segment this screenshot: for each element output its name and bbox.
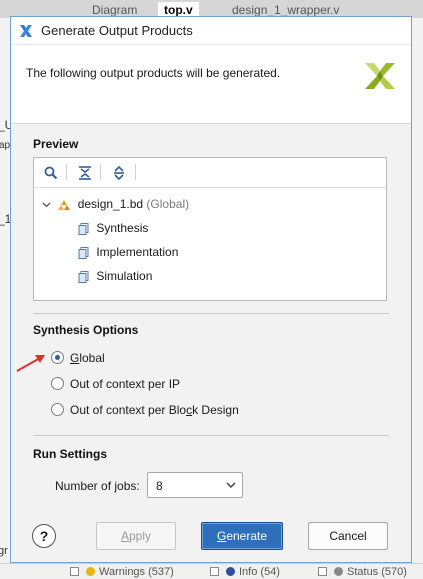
number-of-jobs-label: Number of jobs: (55, 479, 140, 493)
background-status-bar: Warnings (537) Info (54) Status (570) (0, 563, 423, 579)
radio-ooc-per-block-design[interactable]: Out of context per Block Design (51, 401, 239, 419)
preview-section-title: Preview (33, 137, 79, 151)
section-divider (33, 313, 389, 314)
xilinx-logo-icon (20, 25, 32, 37)
info-icon (226, 567, 235, 576)
checkbox-icon[interactable] (210, 567, 219, 576)
tree-item-label: Implementation (96, 245, 179, 259)
radio-label: Global (70, 351, 105, 365)
toolbar-separator (66, 164, 67, 180)
help-button[interactable]: ? (32, 524, 56, 548)
jobs-value: 8 (156, 479, 163, 493)
tree-item-label: Synthesis (96, 221, 149, 235)
chevron-down-icon (226, 482, 236, 489)
radio-button[interactable] (51, 403, 64, 417)
radio-ooc-per-ip[interactable]: Out of context per IP (51, 375, 180, 393)
checkbox-icon[interactable] (318, 567, 327, 576)
collapse-all-button[interactable] (74, 162, 96, 184)
background-fragment: ap (0, 140, 11, 151)
toolbar-separator (135, 164, 136, 180)
file-icon (78, 246, 89, 259)
radio-label: Out of context per IP (70, 377, 181, 391)
status-icon (334, 567, 343, 576)
checkbox-icon[interactable] (70, 567, 79, 576)
radio-button-selected[interactable] (51, 351, 64, 365)
chevron-down-icon[interactable] (42, 200, 51, 209)
file-icon (78, 270, 89, 283)
synthesis-options-title: Synthesis Options (33, 323, 139, 337)
tree-item-implementation[interactable]: Implementation (78, 243, 178, 261)
search-icon (44, 166, 58, 180)
dialog-description: The following output products will be ge… (26, 66, 281, 80)
generate-button[interactable]: Generate (201, 522, 283, 550)
radio-global[interactable]: Global (51, 349, 105, 367)
dialog-title: Generate Output Products (41, 23, 193, 38)
dialog-titlebar[interactable]: Generate Output Products (11, 17, 411, 45)
section-divider (33, 435, 389, 436)
file-icon (78, 222, 89, 235)
run-settings-title: Run Settings (33, 447, 107, 461)
tree-root-scope: (Global) (146, 197, 190, 211)
cancel-button[interactable]: Cancel (308, 522, 388, 550)
tree-item-label: Simulation (96, 269, 153, 283)
warnings-count: Warnings (537) (99, 566, 174, 578)
generate-output-products-dialog: Generate Output Products The following o… (10, 16, 412, 563)
block-design-icon (58, 199, 71, 210)
dialog-header: The following output products will be ge… (11, 45, 411, 124)
toolbar-separator (100, 164, 101, 180)
tree-root-name: design_1.bd (77, 197, 144, 211)
info-count: Info (54) (239, 566, 280, 578)
preview-toolbar (34, 158, 386, 188)
number-of-jobs-select[interactable]: 8 (147, 472, 243, 498)
radio-button[interactable] (51, 377, 64, 391)
radio-label: Out of context per Block Design (70, 403, 239, 417)
tree-item-synthesis[interactable]: Synthesis (78, 219, 148, 237)
xilinx-logo-icon (365, 63, 395, 89)
tree-item-simulation[interactable]: Simulation (78, 267, 152, 285)
search-button[interactable] (40, 162, 62, 184)
expand-all-button[interactable] (108, 162, 130, 184)
tree-root-design[interactable]: design_1.bd (Global) (42, 195, 189, 213)
background-fragment: gr (0, 545, 8, 557)
apply-button[interactable]: Apply (96, 522, 176, 550)
preview-panel: design_1.bd (Global) Synthesis Implement… (33, 157, 387, 301)
expand-all-icon (114, 166, 124, 180)
warning-icon (86, 567, 95, 576)
background-right-panel (412, 18, 423, 563)
collapse-all-icon (79, 166, 91, 180)
annotation-arrow-icon (16, 355, 45, 372)
status-count: Status (570) (347, 566, 407, 578)
background-left-panel: _U ap _1 gr (0, 18, 13, 563)
